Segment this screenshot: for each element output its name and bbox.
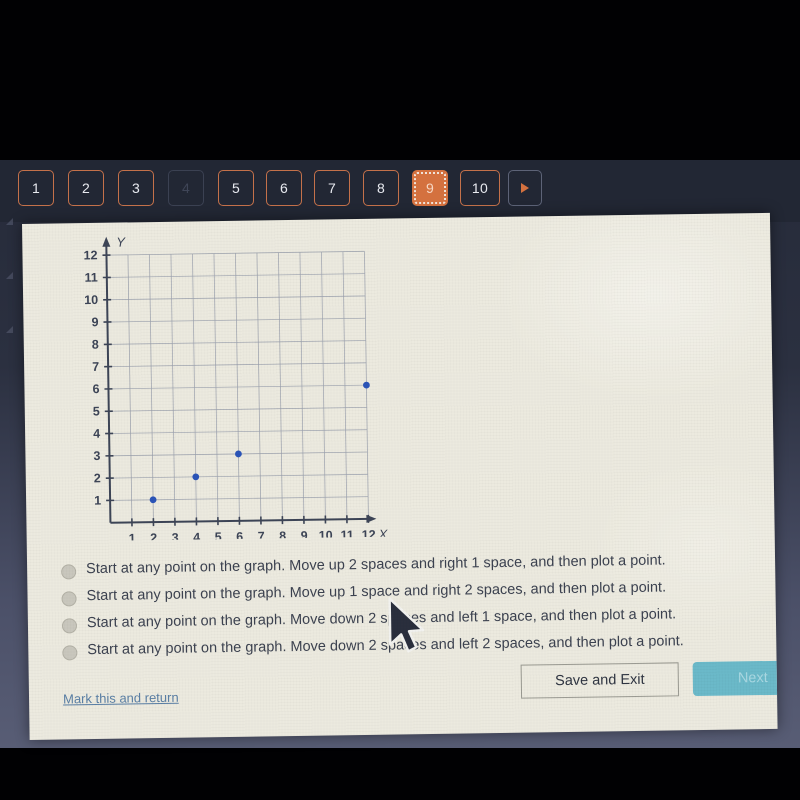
x-tick-6: 6 [236,530,243,542]
answer-option-label: Start at any point on the graph. Move up… [86,579,667,605]
y-tick-2: 2 [94,471,101,485]
x-tick-8: 8 [279,529,286,541]
y-tick-labels: 123456789101112 [83,248,101,507]
y-tick-10: 10 [84,293,98,307]
y-tick-8: 8 [92,337,99,351]
next-button[interactable]: Next [692,660,778,697]
y-tick-6: 6 [92,382,99,396]
x-tick-labels: 1 2 3 4 5 6 7 8 9 10 11 12 [129,528,376,542]
y-tick-7: 7 [92,360,99,374]
question-nav-button-10[interactable]: 10 [460,170,500,206]
graph-svg: Y X 123456789101112 1 2 3 4 5 6 7 8 9 10 11 12 [83,234,389,542]
question-nav-button-6[interactable]: 6 [266,170,302,206]
x-tick-10: 10 [319,528,333,541]
data-point-2-1 [149,496,157,504]
x-tick-9: 9 [301,529,308,542]
y-tick-11: 11 [84,271,97,285]
question-nav-button-9[interactable]: 9 [412,170,448,206]
question-nav-button-5[interactable]: 5 [218,170,254,206]
next-question-arrow-button[interactable] [508,170,542,206]
x-tick-12: 12 [362,528,376,542]
x-tick-3: 3 [172,531,179,542]
x-tick-4: 4 [193,530,200,541]
question-card: Y X 1 2 3 4 5 6 7 8 9 10 11 12 1 2 3 4 5 6 7 8 9 10 11 12 Star… [22,212,778,740]
radio-button-3[interactable] [61,618,78,634]
y-tick-1: 1 [94,494,101,508]
data-point-6-3 [235,450,242,458]
question-nav-button-3[interactable]: 3 [118,170,154,206]
answer-option-1[interactable]: Start at any point on the graph. Move up… [61,551,761,580]
y-axis-label: Y [116,234,126,249]
y-tick-9: 9 [91,315,98,329]
radio-button-2[interactable] [61,591,77,607]
triangle-right-icon [521,183,529,193]
question-nav-button-2[interactable]: 2 [68,170,104,206]
edge-marker-icon [6,218,13,225]
y-tick-3: 3 [93,449,100,463]
axis-ticks [102,254,370,527]
question-nav-button-4: 4 [168,170,204,206]
question-nav-button-1[interactable]: 1 [18,170,54,206]
y-tick-12: 12 [83,248,97,262]
edge-marker-icon [6,326,13,333]
data-point-12-6 [363,381,370,389]
answer-option-label: Start at any point on the graph. Move up… [86,552,666,578]
x-axis-label: X [378,527,389,542]
arrow-pointer-icon [388,597,425,653]
question-nav-button-7[interactable]: 7 [314,170,350,206]
x-axis-arrow-icon [366,514,377,523]
answer-option-label: Start at any point on the graph. Move do… [86,606,677,632]
photographed-screen: 1 2 3 4 5 6 7 8 9 10 Y X 1 2 3 4 5 6 7 8 9 10 11 12 12345678… [0,0,800,800]
y-tick-5: 5 [93,404,100,418]
radio-button-1[interactable] [61,564,77,580]
x-tick-2: 2 [150,531,157,541]
save-and-exit-button[interactable]: Save and Exit [520,662,680,699]
coordinate-graph: Y X 1 2 3 4 5 6 7 8 9 10 11 12 1 2 3 4 5 6 7 8 9 10 11 12 [58,226,403,541]
mark-this-and-return-link[interactable]: Mark this and return [63,690,179,707]
radio-button-4[interactable] [62,645,78,661]
y-axis-arrow-icon [102,236,111,247]
y-axis [105,244,112,523]
y-tick-4: 4 [93,427,100,441]
data-point-4-2 [192,473,200,481]
x-tick-7: 7 [258,529,265,541]
grid-lines [106,250,369,523]
question-nav-button-8[interactable]: 8 [363,170,399,206]
edge-marker-icon [6,272,13,279]
x-tick-11: 11 [340,528,353,541]
question-nav: 1 2 3 4 5 6 7 8 9 10 [0,170,800,218]
x-tick-1: 1 [129,531,136,541]
x-tick-5: 5 [215,530,222,541]
